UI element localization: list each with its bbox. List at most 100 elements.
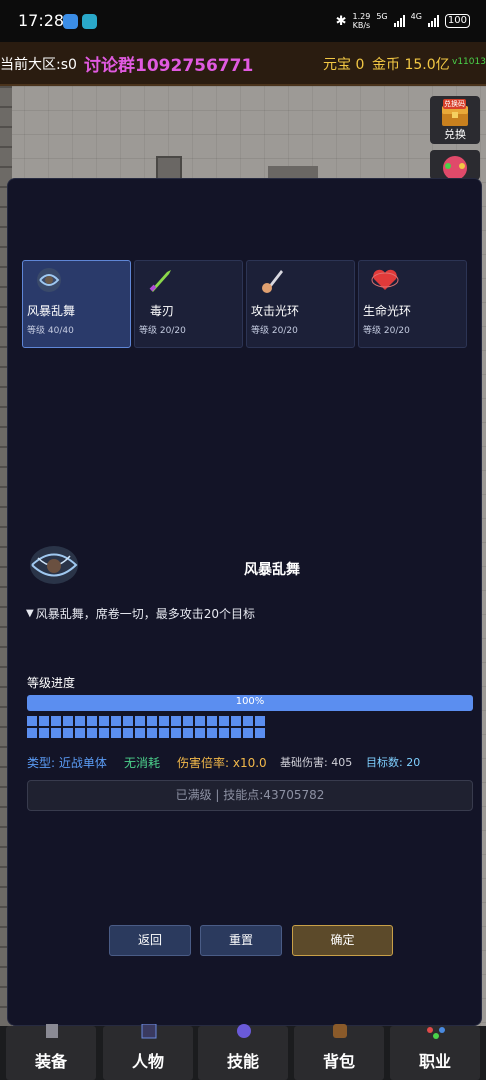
level-segment xyxy=(243,716,253,726)
version-label: v11013 xyxy=(452,57,486,67)
level-segment xyxy=(195,716,205,726)
net-speed-unit: KB/s xyxy=(352,21,371,30)
nav-label: 装备 xyxy=(34,1052,67,1071)
level-segment xyxy=(63,716,73,726)
level-segment xyxy=(123,716,133,726)
level-segment xyxy=(111,728,121,738)
level-progress-bar: 100% xyxy=(27,695,473,711)
status-bar: 17:28 ✱ 1.29 KB/s 5G 4G 100 xyxy=(0,0,486,42)
skill-card-storm[interactable]: 风暴乱舞 等级 40/40 xyxy=(22,260,131,348)
reset-button[interactable]: 重置 xyxy=(200,925,282,956)
level-segment xyxy=(87,716,97,726)
level-segment xyxy=(99,716,109,726)
level-segment xyxy=(75,716,85,726)
yuanbao-count: 元宝 0 xyxy=(323,57,365,73)
exchange-label: 兑换 xyxy=(444,128,466,141)
nav-equipment[interactable]: 装备 xyxy=(6,1024,96,1080)
level-segment xyxy=(75,728,85,738)
poison-blade-icon xyxy=(149,270,171,292)
gamepad-icon xyxy=(443,156,467,180)
nav-backpack[interactable]: 背包 xyxy=(294,1024,384,1080)
level-progress-title: 等级进度 xyxy=(27,676,76,690)
level-segment xyxy=(195,728,205,738)
skill-level: 等级 40/40 xyxy=(27,326,74,336)
exchange-button[interactable]: 兑换码 兑换 xyxy=(430,96,480,144)
nav-character[interactable]: 人物 xyxy=(103,1024,193,1080)
level-segment xyxy=(111,716,121,726)
level-segment xyxy=(171,728,181,738)
level-segment xyxy=(243,728,253,738)
level-segment xyxy=(255,716,265,726)
nav-skill[interactable]: 技能 xyxy=(198,1024,288,1080)
max-level-bar: 已满级 | 技能点:43705782 xyxy=(27,780,473,811)
nav-label: 人物 xyxy=(131,1052,164,1071)
skill-cost: 无消耗 xyxy=(124,756,161,770)
skill-card-attack-aura[interactable]: 攻击光环 等级 20/20 xyxy=(246,260,355,348)
target-count: 目标数: 20 xyxy=(366,756,421,769)
battery-icon: 100 xyxy=(444,14,470,28)
skill-name: 毒刃 xyxy=(150,304,175,318)
signal-5g-label: 5G xyxy=(376,12,388,21)
signal-bars-icon-2 xyxy=(427,15,439,27)
progress-label: 100% xyxy=(235,696,265,707)
level-segments xyxy=(27,716,272,738)
skill-icon xyxy=(237,1024,251,1038)
skill-level: 等级 20/20 xyxy=(363,326,410,336)
storm-icon xyxy=(37,268,61,292)
level-segment xyxy=(207,728,217,738)
nav-class[interactable]: 职业 xyxy=(390,1026,480,1080)
class-icon xyxy=(427,1027,445,1039)
net-speed-value: 1.29 xyxy=(352,12,371,21)
level-segment xyxy=(39,728,49,738)
selected-skill-name: 风暴乱舞 xyxy=(244,562,300,578)
skill-card-life-aura[interactable]: 生命光环 等级 20/20 xyxy=(358,260,467,348)
status-indicators: ✱ 1.29 KB/s 5G 4G 100 xyxy=(336,12,470,30)
exchange-code-badge: 兑换码 xyxy=(443,99,466,109)
level-segment xyxy=(171,716,181,726)
skill-name: 攻击光环 xyxy=(251,304,300,318)
skill-description: ▼ 风暴乱舞，席卷一切，最多攻击20个目标 xyxy=(26,605,255,622)
bluetooth-icon: ✱ xyxy=(335,13,347,29)
group-label[interactable]: 讨论群1092756771 xyxy=(84,51,253,76)
skill-description-text: 风暴乱舞，席卷一切，最多攻击20个目标 xyxy=(35,607,255,621)
region-label: 当前大区:s0 xyxy=(0,57,77,73)
level-segment xyxy=(255,728,265,738)
skill-level: 等级 20/20 xyxy=(251,326,298,336)
net-speed: 1.29 KB/s xyxy=(353,12,371,30)
level-segment xyxy=(27,716,37,726)
nav-label: 技能 xyxy=(226,1052,259,1071)
level-segment xyxy=(135,716,145,726)
sword-arm-icon xyxy=(262,270,283,293)
backpack-icon xyxy=(333,1024,347,1038)
skill-grid: 风暴乱舞 等级 40/40 毒刃 等级 20/20 攻击光环 等级 20/20 xyxy=(22,260,467,348)
heart-icon xyxy=(371,269,399,290)
level-segment xyxy=(147,728,157,738)
skill-name: 生命光环 xyxy=(363,304,412,318)
level-segment xyxy=(231,728,241,738)
skill-dialog: 风暴乱舞 等级 40/40 毒刃 等级 20/20 攻击光环 等级 20/20 xyxy=(7,178,482,1026)
level-segment xyxy=(87,728,97,738)
description-icon: ▼ xyxy=(26,608,34,619)
game-header: 当前大区:s0 讨论群1092756771 元宝 0 金币 15.0亿 v110… xyxy=(0,42,486,86)
selected-skill-storm-icon xyxy=(30,546,78,584)
skill-type: 类型: 近战单体 xyxy=(27,756,107,770)
base-damage: 基础伤害: 405 xyxy=(280,756,353,769)
confirm-button[interactable]: 确定 xyxy=(292,925,393,956)
level-segment xyxy=(63,728,73,738)
damage-multiplier: 伤害倍率: x10.0 xyxy=(177,756,267,770)
level-segment xyxy=(219,716,229,726)
signal-4g-label: 4G xyxy=(410,12,422,21)
nav-label: 职业 xyxy=(418,1052,451,1071)
gamepad-button[interactable] xyxy=(430,150,480,180)
level-segment xyxy=(231,716,241,726)
skill-level: 等级 20/20 xyxy=(139,326,186,336)
level-segment xyxy=(39,716,49,726)
level-segment xyxy=(135,728,145,738)
armor-icon xyxy=(46,1024,58,1038)
skill-card-poison-blade[interactable]: 毒刃 等级 20/20 xyxy=(134,260,243,348)
level-segment xyxy=(51,716,61,726)
character-icon xyxy=(141,1024,157,1039)
status-time: 17:28 xyxy=(18,11,65,30)
back-button[interactable]: 返回 xyxy=(109,925,191,956)
level-segment xyxy=(99,728,109,738)
